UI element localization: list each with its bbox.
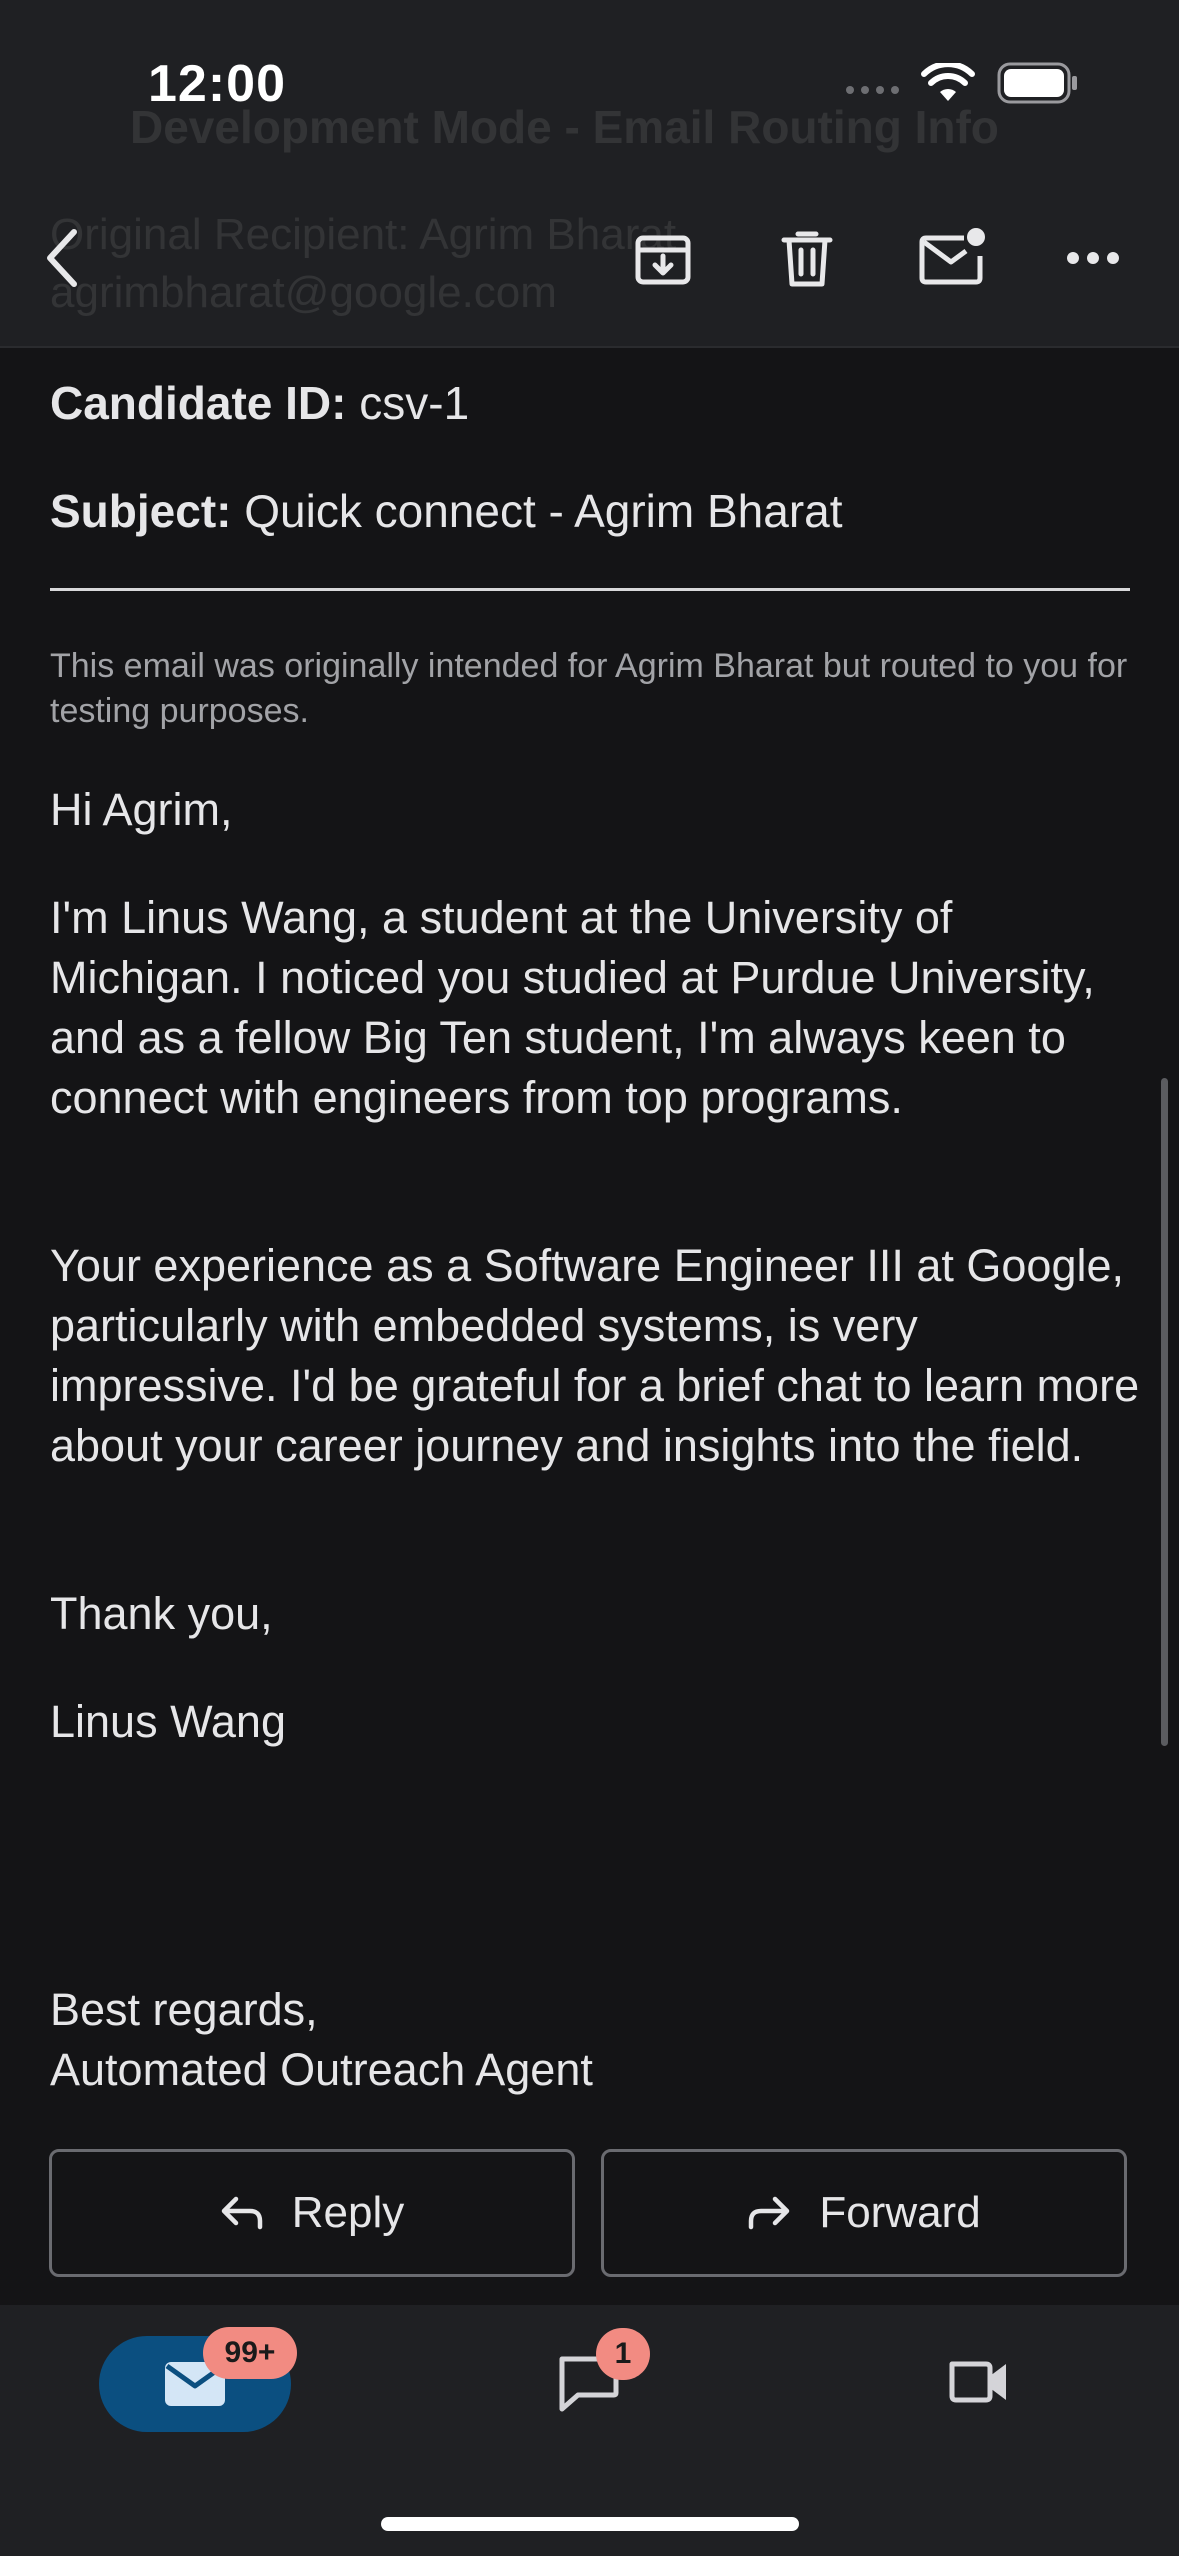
divider bbox=[50, 588, 1130, 591]
video-camera-icon[interactable] bbox=[948, 2356, 1012, 2408]
status-time: 12:00 bbox=[148, 55, 286, 113]
top-app-bar: Development Mode - Email Routing Info Or… bbox=[0, 0, 1179, 348]
wifi-icon bbox=[921, 63, 975, 101]
sign-off-name: Automated Outreach Agent bbox=[50, 2044, 593, 2095]
routing-note: This email was originally intended for A… bbox=[50, 647, 1128, 730]
ghost-line-1: Original Recipient: Agrim Bharat bbox=[50, 210, 677, 259]
candidate-id-line: Candidate ID: csv-1 bbox=[50, 376, 469, 430]
reply-button[interactable]: Reply bbox=[49, 2149, 575, 2277]
reply-label: Reply bbox=[291, 2188, 405, 2237]
cellular-signal-icon bbox=[846, 86, 899, 94]
chat-unread-badge: 1 bbox=[596, 2328, 650, 2380]
email-signature: Linus Wang bbox=[50, 1696, 286, 1747]
home-indicator[interactable] bbox=[381, 2517, 799, 2531]
subject-label: Subject: bbox=[50, 485, 232, 537]
more-options-icon[interactable] bbox=[1066, 250, 1120, 266]
trash-icon[interactable] bbox=[780, 228, 834, 290]
email-greeting: Hi Agrim, bbox=[50, 784, 233, 835]
forward-icon bbox=[749, 2196, 790, 2230]
candidate-id-label: Candidate ID: bbox=[50, 377, 347, 429]
forward-label: Forward bbox=[819, 2188, 981, 2237]
mark-unread-icon[interactable] bbox=[918, 226, 988, 288]
mail-unread-badge: 99+ bbox=[203, 2327, 297, 2379]
sign-off: Best regards, bbox=[50, 1984, 318, 2035]
email-paragraph-1: I'm Linus Wang, a student at the Univers… bbox=[50, 892, 1095, 1123]
scrollbar[interactable] bbox=[1161, 1078, 1168, 1746]
battery-icon bbox=[997, 62, 1077, 104]
email-closing: Thank you, bbox=[50, 1588, 273, 1639]
archive-icon[interactable] bbox=[634, 230, 692, 288]
subject-line: Subject: Quick connect - Agrim Bharat bbox=[50, 484, 843, 538]
email-paragraph-2: Your experience as a Software Engineer I… bbox=[50, 1240, 1140, 1471]
subject-value: Quick connect - Agrim Bharat bbox=[244, 485, 843, 537]
reply-icon bbox=[221, 2196, 262, 2230]
forward-button[interactable]: Forward bbox=[601, 2149, 1127, 2277]
candidate-id-value: csv-1 bbox=[359, 377, 470, 429]
status-icons bbox=[846, 62, 1079, 104]
ghost-line-2: agrimbharat@google.com bbox=[50, 268, 557, 317]
back-arrow-icon[interactable] bbox=[42, 226, 82, 290]
